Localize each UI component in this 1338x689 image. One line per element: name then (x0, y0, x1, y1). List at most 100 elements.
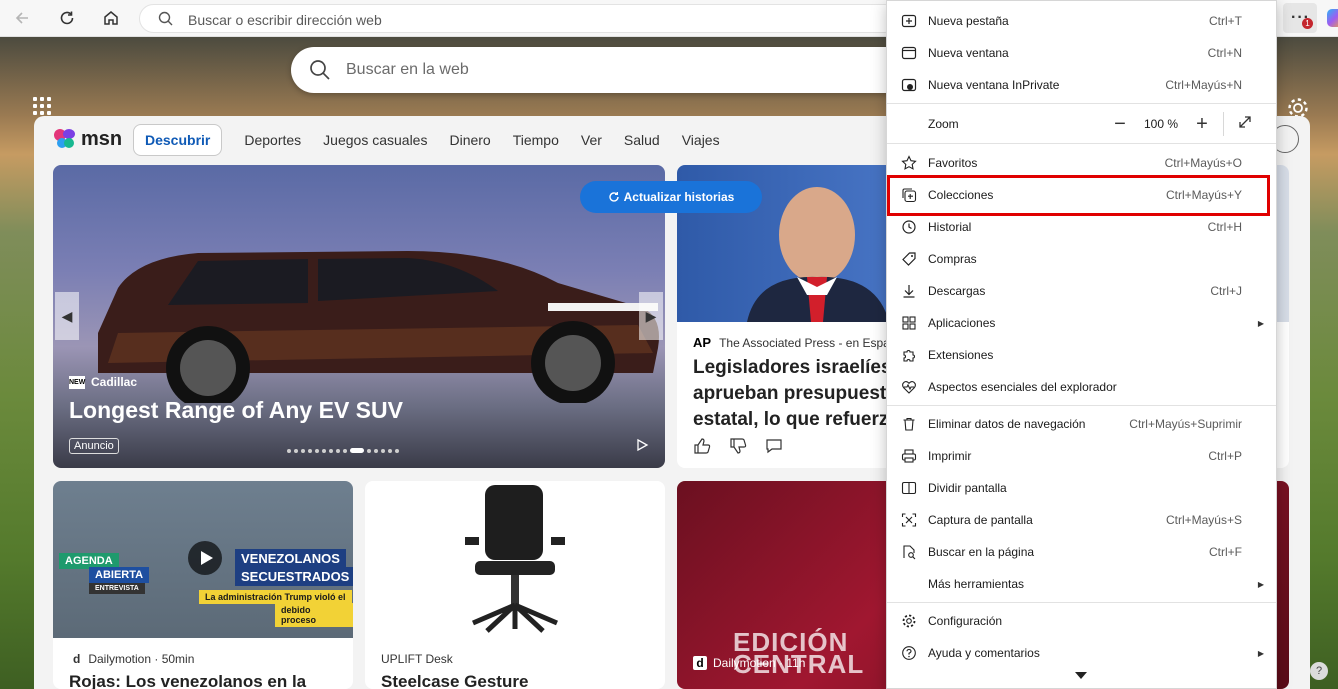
menu-item-more-tools[interactable]: Más herramientas ▶ (887, 568, 1276, 600)
card-title[interactable]: Rojas: Los venezolanos en la (69, 672, 306, 689)
expand-icon (1239, 116, 1251, 128)
msn-logo[interactable]: msn (53, 124, 123, 154)
menu-item-label: Configuración (928, 614, 1003, 628)
video-card-dailymotion[interactable]: AGENDA ABIERTA ENTREVISTA VENEZOLANOS SE… (53, 481, 353, 689)
tab-deportes[interactable]: Deportes (244, 132, 301, 148)
carousel-dot[interactable] (301, 448, 305, 453)
tab-viajes[interactable]: Viajes (682, 132, 720, 148)
carousel-dot[interactable] (336, 448, 340, 453)
web-search-box[interactable]: Buscar en la web (291, 47, 911, 93)
carousel-dot[interactable] (367, 448, 371, 453)
menu-item-apps[interactable]: Aplicaciones ▶ (887, 307, 1276, 339)
copilot-icon[interactable] (1327, 9, 1338, 27)
web-search-placeholder: Buscar en la web (346, 61, 469, 78)
caption-line-1: La administración Trump violó el (199, 590, 352, 604)
menu-item-label: Dividir pantalla (928, 481, 1007, 495)
menu-item-clear-browsing-data[interactable]: Eliminar datos de navegación Ctrl+Mayús+… (887, 408, 1276, 440)
zoom-out-button[interactable]: − (1105, 114, 1135, 134)
video-play-button[interactable] (188, 541, 222, 575)
refresh-stories-label: Actualizar historias (623, 190, 735, 204)
carousel-dots[interactable] (287, 448, 399, 453)
carousel-dot[interactable] (374, 448, 378, 453)
thumbs-down-icon[interactable] (729, 437, 747, 455)
new-window-icon (900, 44, 918, 62)
tab-juegos-casuales[interactable]: Juegos casuales (323, 132, 427, 148)
entrevista-tag: ENTREVISTA (89, 583, 145, 594)
tab-salud[interactable]: Salud (624, 132, 660, 148)
tab-tiempo[interactable]: Tiempo (513, 132, 559, 148)
back-button[interactable] (7, 4, 37, 32)
fullscreen-button[interactable] (1230, 114, 1260, 134)
carousel-dot[interactable] (381, 448, 385, 453)
help-button[interactable]: ? (1310, 662, 1328, 680)
menu-item-label: Historial (928, 220, 972, 234)
news-title[interactable]: Legisladores israelíes aprueban presupue… (693, 355, 893, 433)
menu-item-shopping[interactable]: Compras (887, 243, 1276, 275)
submenu-chevron-icon: ▶ (1257, 648, 1264, 658)
zoom-value: 100 % (1143, 117, 1179, 131)
tab-dinero[interactable]: Dinero (449, 132, 490, 148)
apps-launcher-icon[interactable] (33, 97, 53, 117)
zoom-in-button[interactable]: + (1187, 114, 1217, 134)
menu-item-extensions[interactable]: Extensiones (887, 339, 1276, 371)
ad-brand-name: Cadillac (91, 375, 138, 389)
tab-ver[interactable]: Ver (581, 132, 602, 148)
suv-car-image (98, 251, 659, 403)
menu-separator (887, 103, 1276, 104)
feed-nav: Descubrir Deportes Juegos casuales Diner… (133, 123, 742, 157)
menu-item-inprivate[interactable]: Nueva ventana InPrivate Ctrl+Mayús+N (887, 69, 1276, 101)
menu-item-label: Aspectos esenciales del explorador (928, 380, 1117, 394)
carousel-dot[interactable] (388, 448, 392, 453)
menu-item-browser-essentials[interactable]: Aspectos esenciales del explorador (887, 371, 1276, 403)
card-source: UPLIFT Desk (381, 652, 453, 666)
carousel-dot[interactable] (343, 448, 347, 453)
carousel-next-button[interactable]: ▶ (639, 292, 663, 340)
carousel-dot[interactable] (294, 448, 298, 453)
home-icon (104, 11, 118, 25)
menu-item-label: Nueva ventana (928, 46, 1009, 60)
menu-item-downloads[interactable]: Descargas Ctrl+J (887, 275, 1276, 307)
home-button[interactable] (96, 4, 126, 32)
refresh-stories-button[interactable]: Actualizar historias (580, 181, 762, 213)
settings-and-more-button[interactable]: ··· 1 (1283, 3, 1317, 33)
menu-item-shortcut: Ctrl+J (1210, 284, 1242, 298)
zoom-divider (1223, 112, 1224, 136)
dailymotion-logo: d (73, 652, 81, 666)
comment-icon[interactable] (765, 437, 783, 455)
carousel-dot[interactable] (395, 448, 399, 453)
carousel-dot[interactable] (322, 448, 326, 453)
menu-item-new-tab[interactable]: Nueva pestaña Ctrl+T (887, 5, 1276, 37)
menu-item-help-feedback[interactable]: Ayuda y comentarios ▶ (887, 637, 1276, 669)
menu-scroll-down-icon[interactable] (1075, 672, 1087, 679)
tab-descubrir[interactable]: Descubrir (133, 124, 223, 156)
menu-separator (887, 143, 1276, 144)
menu-item-label: Descargas (928, 284, 986, 298)
ad-card-uplift[interactable]: UPLIFT Desk Steelcase Gesture (365, 481, 665, 689)
menu-item-shortcut: Ctrl+Mayús+S (1165, 513, 1242, 527)
carousel-dot[interactable] (287, 448, 291, 453)
office-chair-image (465, 485, 565, 633)
menu-item-shortcut: Ctrl+H (1207, 220, 1242, 234)
thumbs-up-icon[interactable] (693, 437, 711, 455)
refresh-button[interactable] (52, 4, 82, 32)
address-bar[interactable]: Buscar o escribir dirección web (139, 4, 899, 33)
menu-item-find-on-page[interactable]: Buscar en la página Ctrl+F (887, 536, 1276, 568)
play-icon[interactable] (635, 438, 649, 452)
card-title[interactable]: Steelcase Gesture (381, 672, 528, 689)
menu-item-shortcut: Ctrl+P (1208, 449, 1242, 463)
hero-ad-card[interactable]: ◀ ▶ NEW Cadillac Longest Range of Any EV… (53, 165, 665, 468)
carousel-dot[interactable] (315, 448, 319, 453)
menu-item-screenshot[interactable]: Captura de pantalla Ctrl+Mayús+S (887, 504, 1276, 536)
carousel-dot-active[interactable] (350, 448, 364, 453)
carousel-dot[interactable] (308, 448, 312, 453)
menu-item-print[interactable]: Imprimir Ctrl+P (887, 440, 1276, 472)
news-actions (693, 437, 783, 455)
menu-item-split-screen[interactable]: Dividir pantalla (887, 472, 1276, 504)
split-screen-icon (900, 479, 918, 497)
menu-item-new-window[interactable]: Nueva ventana Ctrl+N (887, 37, 1276, 69)
menu-item-settings[interactable]: Configuración (887, 605, 1276, 637)
carousel-prev-button[interactable]: ◀ (55, 292, 79, 340)
hero-headline[interactable]: Longest Range of Any EV SUV (69, 397, 403, 424)
carousel-dot[interactable] (329, 448, 333, 453)
video-thumbnail: AGENDA ABIERTA ENTREVISTA VENEZOLANOS SE… (53, 481, 353, 638)
